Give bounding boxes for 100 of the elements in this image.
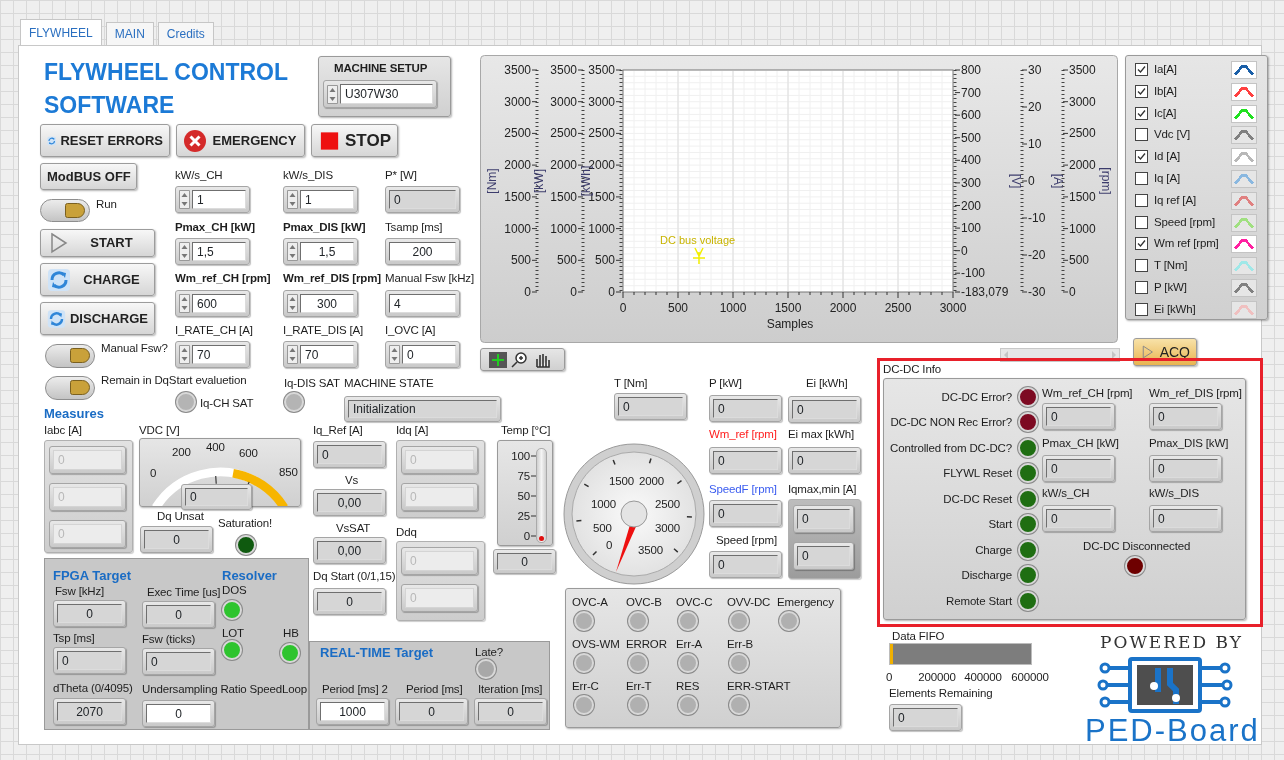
action-button[interactable]: CHARGE (40, 263, 155, 296)
tick-label: 0 (1069, 285, 1076, 299)
value-display: 0 (493, 549, 556, 574)
checkbox[interactable] (1135, 85, 1148, 98)
tick-label: 3000 (504, 94, 531, 109)
tab[interactable]: Credits (157, 22, 214, 45)
tick-label: 3500 (504, 63, 531, 77)
input-field[interactable]: 0 (142, 700, 215, 727)
tick-label: 0 (608, 285, 615, 299)
numeric-control[interactable]: U307W30 (323, 80, 437, 108)
tick-label: 2500 (588, 126, 615, 141)
tick-label: 0 (619, 301, 627, 315)
checkbox[interactable] (1135, 281, 1148, 294)
tick-label: 2000 (550, 158, 577, 173)
field-label: ERR-START (727, 679, 791, 693)
tick-label: 1500 (1069, 189, 1096, 204)
tab[interactable]: FLYWHEEL (20, 19, 102, 45)
action-button[interactable]: EMERGENCY (176, 124, 305, 157)
spinner-icon[interactable] (179, 190, 190, 209)
value-display: 0 (788, 396, 861, 423)
field-label: VsSAT (336, 521, 371, 535)
field-label: Wm_ref_DIS [rpm] (1149, 386, 1242, 400)
spinner-icon[interactable] (287, 345, 298, 364)
checkbox[interactable] (1135, 128, 1148, 141)
tick-label: 0 (523, 529, 530, 543)
led-label: Charge (975, 543, 1012, 557)
spinner-icon[interactable] (327, 84, 338, 104)
value-display: 0 (1042, 455, 1115, 482)
tick-label: 2000 (1069, 158, 1096, 173)
checkbox[interactable] (1135, 107, 1148, 120)
input-field[interactable]: 1000 (316, 698, 389, 725)
numeric-control[interactable]: 300 (283, 290, 358, 317)
legend-label: Ei [kWh] (1154, 302, 1196, 316)
input-field[interactable]: 200 (385, 238, 460, 265)
legend-label: Iq ref [A] (1154, 193, 1196, 207)
tick-label: 2000 (504, 158, 531, 173)
checkbox[interactable] (1135, 237, 1148, 250)
numeric-control[interactable]: 1,5 (175, 238, 250, 265)
crosshair-icon[interactable] (489, 351, 507, 368)
led-label: LOT (222, 626, 244, 640)
checkbox[interactable] (1135, 172, 1148, 185)
tick-label: 500 (1069, 253, 1090, 268)
numeric-control[interactable]: 1 (283, 186, 358, 213)
zoom-icon[interactable] (511, 351, 529, 368)
value-display: 0 (709, 395, 782, 422)
legend-label: T [Nm] (1154, 258, 1188, 272)
checkbox[interactable] (1135, 150, 1148, 163)
tick-label: 3000 (939, 301, 967, 315)
checkbox[interactable] (1135, 303, 1148, 316)
field-label: Ei max [kWh] (788, 427, 854, 441)
tick-label: 500 (668, 301, 688, 315)
numeric-control[interactable]: 0 (385, 341, 460, 368)
toggle-switch[interactable] (45, 376, 95, 400)
field-label: Data FIFO (892, 629, 945, 643)
field-label: Elements Remaining (889, 686, 993, 700)
legend-label: Ia[A] (1154, 62, 1177, 76)
cursor-icon (692, 247, 706, 265)
tick-label: 0 (524, 285, 531, 299)
field-label: Undersampling Ratio SpeedLoop (142, 682, 308, 696)
action-button[interactable]: RESET ERRORS (40, 124, 170, 157)
field-label: Vs (345, 473, 359, 487)
action-button[interactable]: STOP (311, 124, 398, 157)
field-label: OVC-C (676, 595, 713, 609)
action-button[interactable]: DISCHARGE (40, 302, 155, 335)
tick-label: 500 (593, 521, 612, 535)
legend-label: Iq [A] (1154, 171, 1180, 185)
spinner-icon[interactable] (179, 345, 190, 364)
numeric-control[interactable]: 70 (283, 341, 358, 368)
checkbox[interactable] (1135, 259, 1148, 272)
spinner-icon[interactable] (179, 294, 190, 313)
tab[interactable]: MAIN (105, 22, 154, 45)
toggle-switch[interactable] (45, 344, 95, 368)
led-label: Start (988, 517, 1012, 531)
value-display: 0 (53, 647, 126, 674)
field-label: OVC-A (572, 595, 608, 609)
checkbox[interactable] (1135, 194, 1148, 207)
tick-label: 200 (172, 445, 191, 459)
spinner-icon[interactable] (287, 294, 298, 313)
spinner-icon[interactable] (389, 345, 400, 364)
field-label: I_RATE_DIS [A] (283, 323, 364, 337)
value-display: 0 (709, 447, 782, 474)
numeric-control[interactable]: 70 (175, 341, 250, 368)
spinner-icon[interactable] (179, 242, 190, 261)
checkbox[interactable] (1135, 216, 1148, 229)
led-label: Iq-DIS SAT (284, 376, 340, 390)
legend-label: Vdc [V] (1154, 127, 1191, 141)
action-button[interactable]: START (40, 229, 155, 257)
numeric-control[interactable]: 1,5 (283, 238, 358, 265)
toggle-switch[interactable] (40, 199, 90, 222)
field-label: Manual Fsw [kHz] (385, 271, 474, 285)
spinner-icon[interactable] (287, 190, 298, 209)
tick-label: 2500 (504, 126, 531, 141)
checkbox[interactable] (1135, 63, 1148, 76)
action-button[interactable]: ModBUS OFF (40, 163, 137, 190)
numeric-control[interactable]: 600 (175, 290, 250, 317)
spinner-icon[interactable] (287, 242, 298, 261)
numeric-control[interactable]: 1 (175, 186, 250, 213)
input-field[interactable]: 4 (385, 290, 460, 317)
switch-label: Manual Fsw? (101, 341, 168, 355)
field-label: OVV-DC (727, 595, 771, 609)
